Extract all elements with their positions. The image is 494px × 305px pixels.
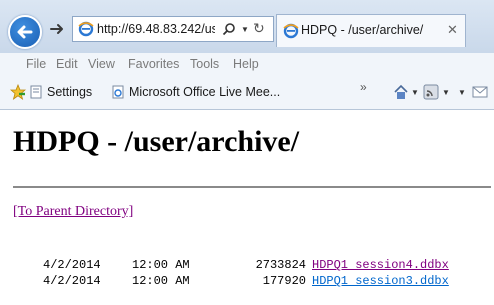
feed-dropdown-icon[interactable]: ▼ bbox=[442, 88, 450, 97]
tab-ie-logo-icon bbox=[283, 23, 299, 39]
browser-tab[interactable]: HDPQ - /user/archive/ ✕ bbox=[276, 14, 466, 47]
address-dropdown-icon[interactable]: ▼ bbox=[241, 25, 249, 34]
page-title: HDPQ - /user/archive/ bbox=[13, 125, 300, 158]
menu-file[interactable]: File bbox=[26, 57, 46, 71]
menu-tools[interactable]: Tools bbox=[190, 57, 219, 71]
favorites-star-icon[interactable] bbox=[10, 84, 26, 100]
chevron-more-icon[interactable]: » bbox=[360, 80, 367, 94]
search-icon[interactable] bbox=[222, 22, 236, 36]
tab-title: HDPQ - /user/archive/ bbox=[301, 23, 424, 37]
list-item: 4/2/2014 12:00 AM 2733824 HDPQ1 session4… bbox=[0, 258, 494, 274]
close-icon[interactable]: ✕ bbox=[447, 22, 458, 38]
back-arrow-icon bbox=[17, 25, 33, 39]
page-icon bbox=[30, 85, 42, 99]
url-text[interactable]: http://69.48.83.242/user bbox=[97, 22, 215, 36]
address-bar[interactable]: http://69.48.83.242/user ▼ ↻ bbox=[72, 16, 274, 42]
forward-arrow-icon bbox=[50, 24, 63, 34]
file-date: 4/2/2014 bbox=[43, 274, 101, 288]
menu-bar: File Edit View Favorites Tools Help bbox=[0, 53, 494, 75]
forward-button[interactable] bbox=[49, 21, 65, 37]
divider bbox=[13, 186, 491, 188]
file-size: 2733824 bbox=[255, 258, 306, 272]
ie-logo-icon bbox=[78, 21, 94, 37]
file-link[interactable]: HDPQ1 session3.ddbx bbox=[312, 274, 449, 288]
file-link[interactable]: HDPQ1 session4.ddbx bbox=[312, 258, 449, 272]
list-item: 4/2/2014 12:00 AM 177920 HDPQ1 session3.… bbox=[0, 274, 494, 290]
read-mail-icon[interactable] bbox=[472, 84, 488, 100]
file-size: 177920 bbox=[262, 274, 306, 288]
browser-chrome: http://69.48.83.242/user ▼ ↻ HDPQ - /use… bbox=[0, 0, 494, 110]
menu-help[interactable]: Help bbox=[233, 57, 259, 71]
home-icon[interactable] bbox=[393, 84, 409, 100]
menu-favorites[interactable]: Favorites bbox=[128, 57, 179, 71]
menu-view[interactable]: View bbox=[88, 57, 115, 71]
parent-directory-link[interactable]: [To Parent Directory] bbox=[13, 204, 133, 220]
file-date: 4/2/2014 bbox=[43, 258, 101, 272]
back-button[interactable] bbox=[8, 15, 42, 49]
home-dropdown-icon[interactable]: ▼ bbox=[411, 88, 419, 97]
ie-page-icon bbox=[112, 85, 124, 99]
file-time: 12:00 AM bbox=[132, 258, 190, 272]
file-time: 12:00 AM bbox=[132, 274, 190, 288]
rss-feed-icon[interactable] bbox=[423, 84, 439, 100]
favorites-bar: Settings Microsoft Office Live Mee... » … bbox=[0, 75, 494, 110]
favorite-office-live-label: Microsoft Office Live Mee... bbox=[129, 85, 281, 99]
menu-edit[interactable]: Edit bbox=[56, 57, 78, 71]
favorite-office-live[interactable]: Microsoft Office Live Mee... bbox=[111, 84, 311, 102]
favorite-settings[interactable]: Settings bbox=[29, 84, 109, 102]
favorite-settings-label: Settings bbox=[47, 85, 93, 99]
refresh-icon[interactable]: ↻ bbox=[253, 20, 265, 37]
mail-dropdown-icon[interactable]: ▼ bbox=[458, 88, 466, 97]
navigation-bar: http://69.48.83.242/user ▼ ↻ HDPQ - /use… bbox=[0, 0, 494, 53]
